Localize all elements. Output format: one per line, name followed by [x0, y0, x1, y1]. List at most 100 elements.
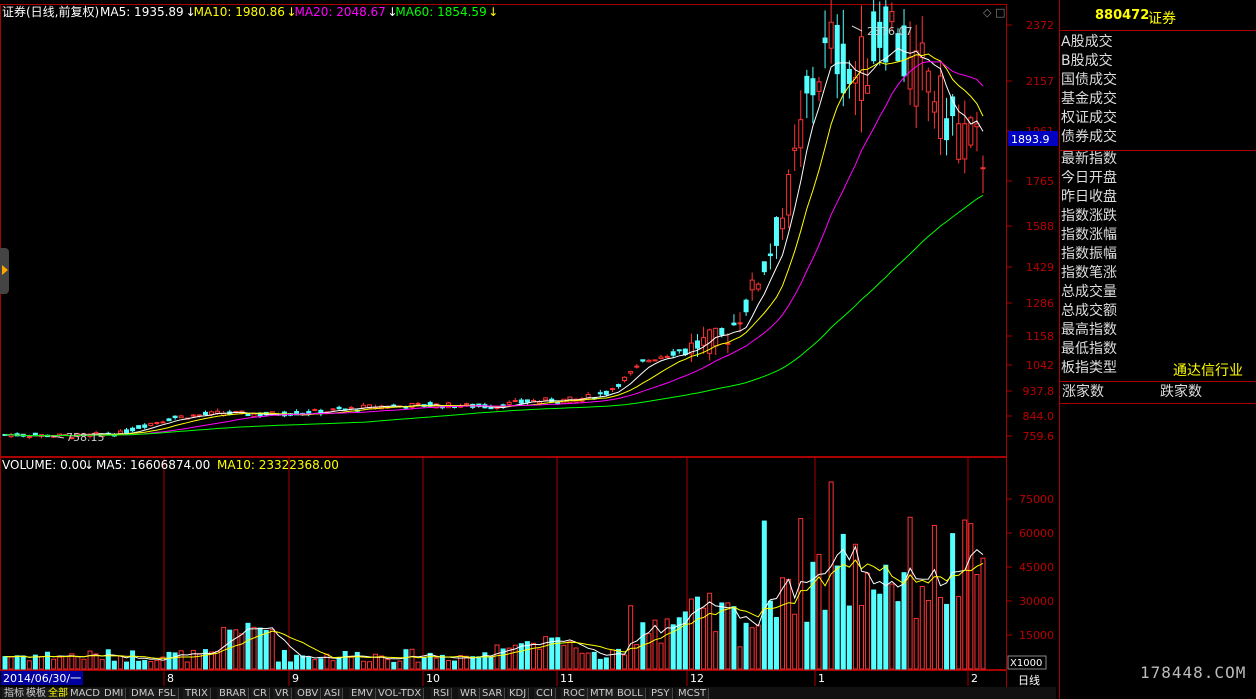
indicator-tab[interactable]: ASI — [322, 688, 344, 699]
volume-bar — [87, 650, 93, 670]
volume-bar — [452, 660, 458, 670]
volume-bar — [336, 657, 342, 670]
candle-body — [130, 427, 136, 432]
volume-bar — [360, 660, 366, 670]
indicator-tab[interactable]: VOL-TDX — [376, 688, 425, 699]
candle-body — [701, 337, 707, 346]
panel-row: 指数振幅 — [1061, 246, 1117, 262]
volume-bar — [707, 592, 713, 670]
indicator-tab[interactable]: VR — [273, 688, 292, 699]
volume-bar — [38, 656, 44, 670]
indicator-tab[interactable]: DMI — [102, 688, 127, 699]
candle-body — [178, 415, 184, 419]
volume-bar — [117, 655, 123, 670]
indicator-tab[interactable]: PSY — [649, 688, 673, 699]
candle-body — [828, 21, 834, 49]
chart-title: 证券(日线,前复权) — [2, 4, 99, 19]
volume-bar — [51, 658, 57, 670]
volume-bar — [166, 651, 172, 670]
volume-tick-label: 75000 — [1019, 493, 1054, 506]
volume-bar — [81, 658, 87, 670]
candle-body — [209, 411, 215, 415]
candle-body — [931, 101, 937, 113]
candle-body — [154, 422, 160, 425]
volume-bar — [130, 650, 136, 670]
indicator-tab[interactable]: EMV — [349, 688, 376, 699]
indicator-tab[interactable]: TRIX — [183, 688, 211, 699]
candle-body — [786, 174, 792, 216]
volume-bar — [178, 650, 184, 670]
candle-body — [634, 365, 640, 368]
panel-row: 昨日收盘 — [1061, 189, 1117, 205]
high-annotation: 2376.07 — [867, 25, 913, 38]
indicator-tab[interactable]: BOLL — [615, 688, 646, 699]
candle-body — [676, 349, 682, 352]
industry-type: 通达信行业 — [1173, 363, 1243, 379]
indicator-tab[interactable]: SAR — [480, 688, 506, 699]
panel-row: A股成交 — [1061, 34, 1113, 50]
volume-bar — [585, 652, 591, 670]
indicator-tab[interactable]: MACD — [68, 688, 103, 699]
volume-bar — [354, 651, 360, 670]
volume-tick-label: 45000 — [1019, 561, 1054, 574]
volume-bar — [555, 637, 561, 670]
period-button[interactable]: 日线 — [1018, 672, 1040, 688]
candle-body — [190, 414, 196, 417]
indicator-tab[interactable]: BRAR — [217, 688, 250, 699]
indicator-tab[interactable]: RSI — [431, 688, 453, 699]
watermark: 178448.COM — [1140, 663, 1247, 682]
candle-body — [348, 406, 354, 410]
volume-bar — [907, 516, 913, 670]
panel-row: 最高指数 — [1061, 322, 1117, 338]
indicator-tab[interactable]: WR — [458, 688, 480, 699]
volume-bar — [251, 626, 257, 670]
candle-body — [737, 322, 743, 325]
volume-bar — [306, 656, 312, 670]
candle-body — [810, 78, 816, 96]
volume-bar — [792, 613, 798, 670]
price-tick-label: 1042 — [1026, 359, 1054, 372]
candle-body — [312, 409, 318, 412]
volume-bar — [767, 600, 773, 670]
indicator-tab[interactable]: DMA — [129, 688, 158, 699]
volume-bar — [561, 644, 567, 670]
candle-body — [245, 413, 251, 417]
indicator-tab[interactable]: KDJ — [507, 688, 530, 699]
indicator-tab[interactable]: CR — [251, 688, 270, 699]
volume-bar — [445, 660, 451, 670]
candle-body — [749, 279, 755, 291]
candle-body — [822, 37, 828, 44]
volume-tick-label: 60000 — [1019, 527, 1054, 540]
volume-bar — [609, 649, 615, 670]
volume-bar — [895, 601, 901, 670]
volume-bar — [931, 524, 937, 670]
candle-body — [609, 388, 615, 391]
indicator-tab[interactable]: FSL — [156, 688, 179, 699]
panel-row: B股成交 — [1061, 53, 1113, 69]
volume-bar — [281, 650, 287, 670]
candle-body — [980, 167, 986, 170]
volume-bar — [397, 660, 403, 670]
volume-bar — [391, 661, 397, 670]
volume-bar — [488, 656, 494, 670]
panel-row: 指数涨跌 — [1061, 208, 1117, 224]
indicator-tab[interactable]: MTM — [588, 688, 617, 699]
indicator-tab[interactable]: ROC — [561, 688, 588, 699]
panel-divider — [1059, 381, 1256, 382]
candle-body — [646, 359, 652, 363]
price-tick-label: 844.0 — [1023, 410, 1055, 423]
candle-body — [719, 328, 725, 336]
ma-legend-1: MA10: 1980.86 — [194, 5, 285, 19]
month-label: 2 — [971, 672, 978, 685]
indicator-tab[interactable]: MCST — [676, 688, 710, 699]
volume-bar — [57, 656, 63, 670]
panel-row: 最低指数 — [1061, 341, 1117, 357]
indicator-tab[interactable]: OBV — [295, 688, 322, 699]
volume-bar — [616, 648, 622, 670]
volume-bar — [664, 618, 670, 670]
candle-body — [628, 371, 634, 374]
price-tick-label: 2372 — [1026, 19, 1054, 32]
volume-bar — [470, 656, 476, 670]
indicator-tab[interactable]: CCI — [534, 688, 556, 699]
volume-bar — [688, 598, 694, 670]
